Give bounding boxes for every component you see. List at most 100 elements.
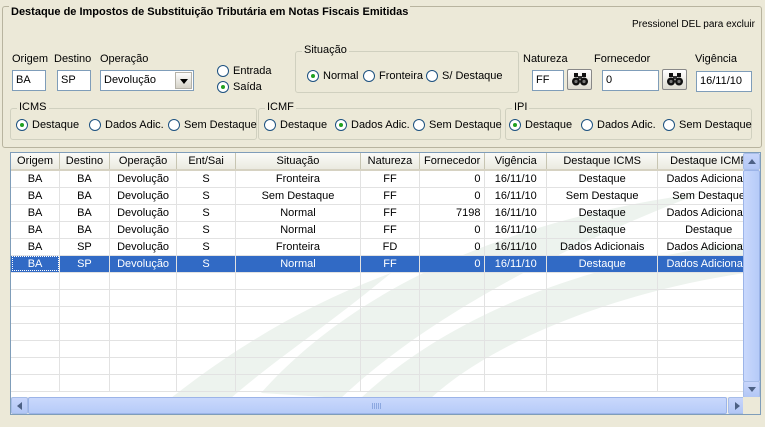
- cell-destaque-icms[interactable]: Destaque: [546, 170, 659, 188]
- radio-icms-dados-dot[interactable]: [89, 119, 101, 131]
- cell-origem[interactable]: BA: [11, 238, 61, 256]
- cell-origem[interactable]: BA: [11, 221, 61, 239]
- destino-input[interactable]: SP: [57, 70, 91, 91]
- cell-origem[interactable]: BA: [11, 187, 61, 205]
- vertical-scrollbar[interactable]: [743, 153, 760, 398]
- cell-ent-sai[interactable]: S: [176, 187, 236, 205]
- horizontal-scroll-thumb[interactable]: [28, 397, 727, 414]
- radio-ipi-sem-dot[interactable]: [663, 119, 675, 131]
- cell-vigencia[interactable]: 16/11/10: [484, 187, 548, 205]
- horizontal-scrollbar[interactable]: [11, 397, 745, 414]
- col-header-ent-sai[interactable]: Ent/Sai: [176, 153, 236, 171]
- radio-ipi-dados[interactable]: Dados Adic.: [581, 119, 656, 131]
- cell-destaque-icms[interactable]: Destaque: [546, 255, 659, 273]
- cell-destaque-icms[interactable]: Dados Adicionais: [546, 238, 659, 256]
- cell-origem[interactable]: BA: [11, 170, 61, 188]
- cell-natureza[interactable]: FF: [360, 255, 420, 273]
- cell-fornecedor[interactable]: 0: [419, 187, 486, 205]
- cell-operacao[interactable]: Devolução: [109, 255, 178, 273]
- scroll-up-button[interactable]: [743, 153, 760, 170]
- cell-operacao[interactable]: Devolução: [109, 238, 178, 256]
- scroll-down-button[interactable]: [743, 381, 760, 398]
- cell-destino[interactable]: BA: [59, 204, 110, 222]
- col-header-situacao[interactable]: Situação: [235, 153, 362, 171]
- cell-ent-sai[interactable]: S: [176, 170, 236, 188]
- cell-destaque-icms[interactable]: Destaque: [546, 204, 659, 222]
- radio-icmf-dados-dot[interactable]: [335, 119, 347, 131]
- radio-sit-fronteira[interactable]: Fronteira: [363, 70, 423, 82]
- cell-fornecedor[interactable]: 0: [419, 255, 486, 273]
- radio-icms-dados[interactable]: Dados Adic.: [89, 119, 164, 131]
- cell-destino[interactable]: SP: [59, 255, 110, 273]
- cell-ent-sai[interactable]: S: [176, 204, 236, 222]
- col-header-origem[interactable]: Origem: [11, 153, 61, 171]
- cell-destaque-icms[interactable]: Sem Destaque: [546, 187, 659, 205]
- radio-entrada[interactable]: Entrada: [217, 65, 272, 77]
- table-row[interactable]: BA BA Devolução S Sem Destaque FF 0 16/1…: [11, 187, 760, 205]
- radio-sit-normal-dot[interactable]: [307, 70, 319, 82]
- fornecedor-search-button[interactable]: [662, 69, 687, 90]
- operacao-select[interactable]: Devolução: [100, 70, 194, 91]
- fornecedor-input[interactable]: 0: [602, 70, 659, 91]
- data-grid[interactable]: Origem Destino Operação Ent/Sai Situação…: [10, 152, 761, 415]
- dropdown-arrow-icon[interactable]: [175, 72, 192, 89]
- radio-sit-sdestaque-dot[interactable]: [426, 70, 438, 82]
- cell-destino[interactable]: SP: [59, 238, 110, 256]
- cell-ent-sai[interactable]: S: [176, 255, 236, 273]
- cell-natureza[interactable]: FF: [360, 221, 420, 239]
- radio-sit-fronteira-dot[interactable]: [363, 70, 375, 82]
- cell-vigencia[interactable]: 16/11/10: [484, 238, 548, 256]
- col-header-operacao[interactable]: Operação: [109, 153, 178, 171]
- col-header-destino[interactable]: Destino: [59, 153, 110, 171]
- cell-destino[interactable]: BA: [59, 170, 110, 188]
- cell-natureza[interactable]: FD: [360, 238, 420, 256]
- cell-vigencia[interactable]: 16/11/10: [484, 221, 548, 239]
- cell-fornecedor[interactable]: 0: [419, 170, 486, 188]
- cell-vigencia[interactable]: 16/11/10: [484, 204, 548, 222]
- cell-situacao[interactable]: Sem Destaque: [235, 187, 362, 205]
- cell-origem[interactable]: BA: [11, 204, 61, 222]
- cell-situacao[interactable]: Normal: [235, 221, 362, 239]
- cell-operacao[interactable]: Devolução: [109, 187, 178, 205]
- col-header-fornecedor[interactable]: Fornecedor: [419, 153, 486, 171]
- radio-ipi-dados-dot[interactable]: [581, 119, 593, 131]
- radio-saida[interactable]: Saída: [217, 81, 262, 93]
- cell-fornecedor[interactable]: 0: [419, 221, 486, 239]
- vigencia-input[interactable]: 16/11/10: [696, 71, 752, 92]
- cell-operacao[interactable]: Devolução: [109, 170, 178, 188]
- radio-icms-destaque[interactable]: Destaque: [16, 119, 79, 131]
- radio-ipi-destaque[interactable]: Destaque: [509, 119, 572, 131]
- vertical-scroll-thumb[interactable]: [743, 170, 760, 382]
- cell-vigencia[interactable]: 16/11/10: [484, 170, 548, 188]
- natureza-search-button[interactable]: [567, 69, 592, 90]
- cell-natureza[interactable]: FF: [360, 187, 420, 205]
- radio-icmf-sem-dot[interactable]: [413, 119, 425, 131]
- cell-situacao[interactable]: Normal: [235, 204, 362, 222]
- radio-icms-sem[interactable]: Sem Destaque: [168, 119, 257, 131]
- cell-operacao[interactable]: Devolução: [109, 221, 178, 239]
- cell-fornecedor[interactable]: 7198: [419, 204, 486, 222]
- cell-destaque-icms[interactable]: Destaque: [546, 221, 659, 239]
- radio-entrada-dot[interactable]: [217, 65, 229, 77]
- cell-vigencia[interactable]: 16/11/10: [484, 255, 548, 273]
- radio-icms-sem-dot[interactable]: [168, 119, 180, 131]
- radio-icmf-destaque[interactable]: Destaque: [264, 119, 327, 131]
- cell-natureza[interactable]: FF: [360, 170, 420, 188]
- cell-destino[interactable]: BA: [59, 187, 110, 205]
- cell-situacao[interactable]: Normal: [235, 255, 362, 273]
- table-row[interactable]: BA BA Devolução S Normal FF 7198 16/11/1…: [11, 204, 760, 222]
- radio-sit-sdestaque[interactable]: S/ Destaque: [426, 70, 503, 82]
- radio-sit-normal[interactable]: Normal: [307, 70, 358, 82]
- col-header-vigencia[interactable]: Vigência: [484, 153, 548, 171]
- table-row-selected[interactable]: BA SP Devolução S Normal FF 0 16/11/10 D…: [11, 255, 760, 273]
- table-row[interactable]: BA BA Devolução S Fronteira FF 0 16/11/1…: [11, 170, 760, 188]
- origem-input[interactable]: BA: [12, 70, 46, 91]
- cell-ent-sai[interactable]: S: [176, 238, 236, 256]
- radio-icmf-sem[interactable]: Sem Destaque: [413, 119, 502, 131]
- cell-situacao[interactable]: Fronteira: [235, 238, 362, 256]
- table-row[interactable]: BA SP Devolução S Fronteira FD 0 16/11/1…: [11, 238, 760, 256]
- cell-destino[interactable]: BA: [59, 221, 110, 239]
- cell-natureza[interactable]: FF: [360, 204, 420, 222]
- cell-origem[interactable]: BA: [11, 255, 61, 273]
- radio-icmf-dados[interactable]: Dados Adic.: [335, 119, 410, 131]
